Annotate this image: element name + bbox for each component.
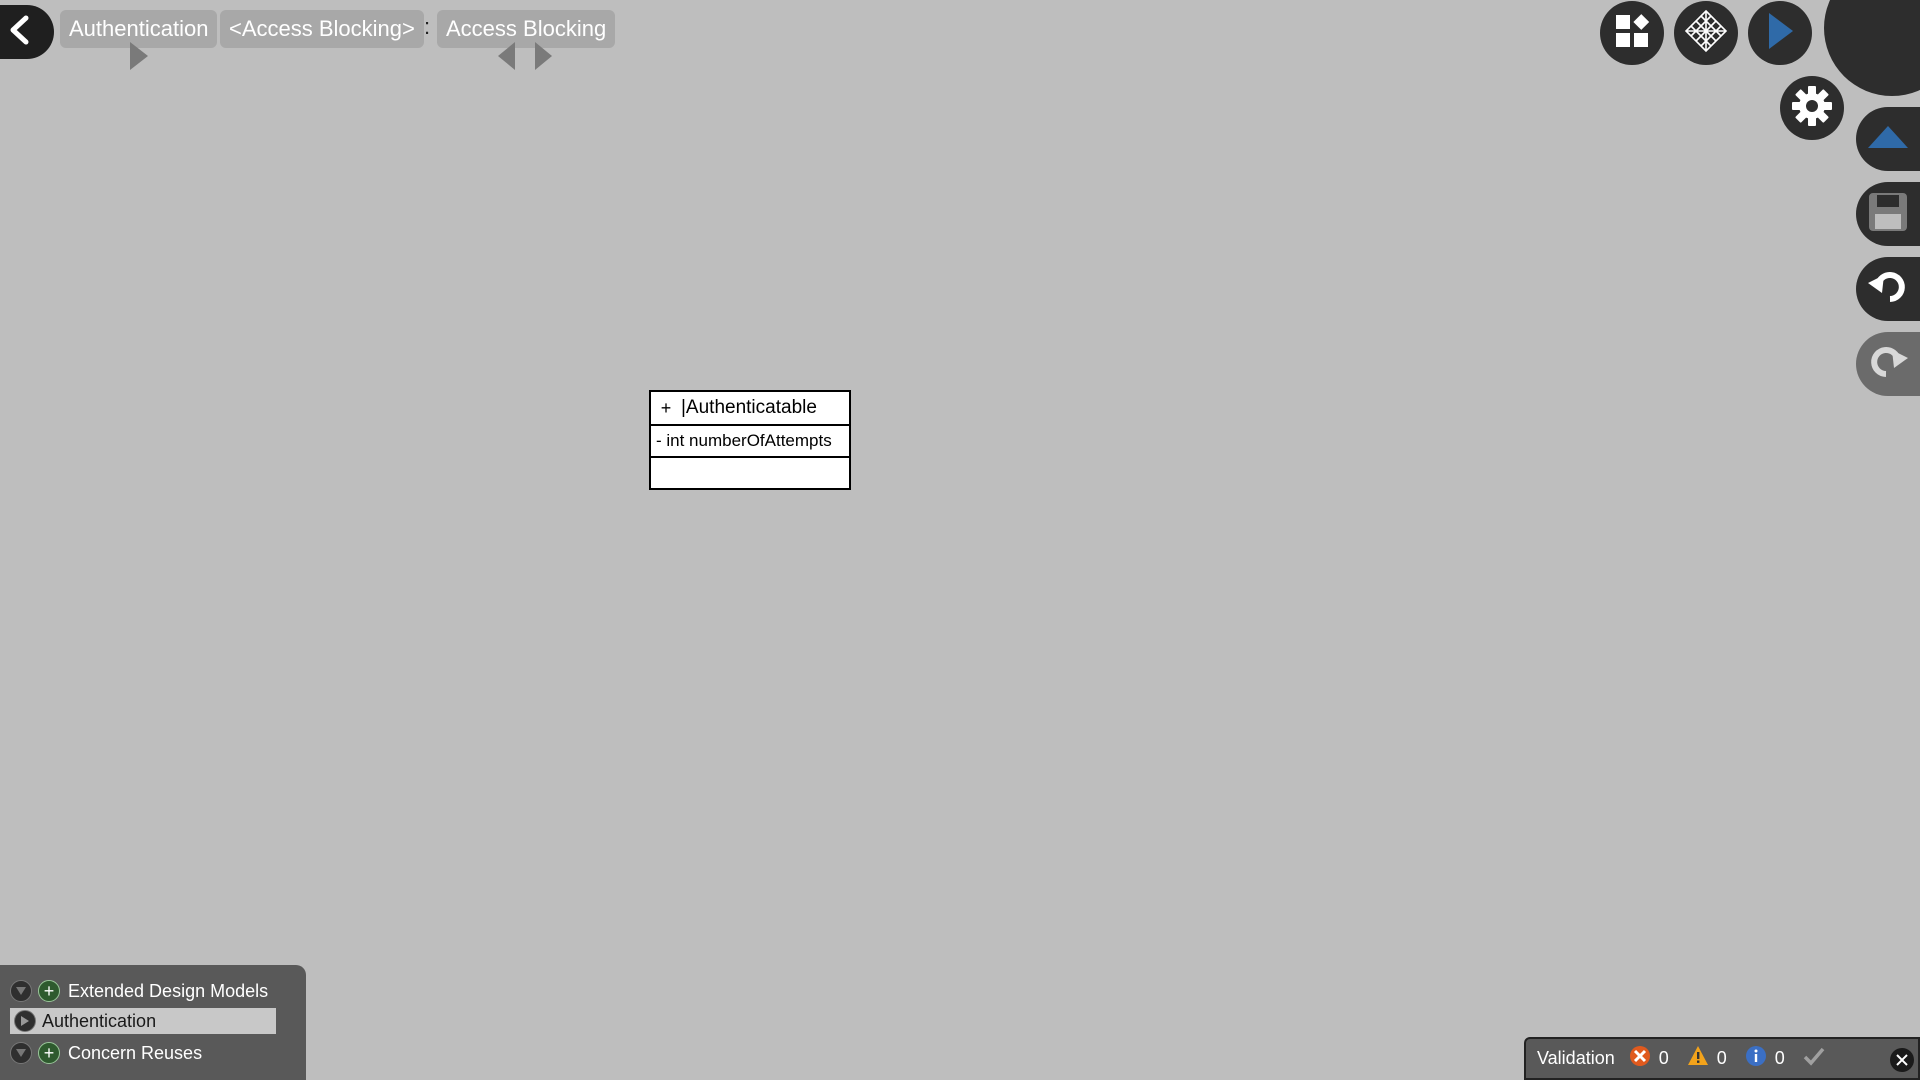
expand-arrow-icon[interactable] — [130, 42, 148, 70]
chevron-left-icon — [6, 14, 34, 51]
play-icon — [1765, 11, 1795, 56]
info-icon — [1745, 1045, 1775, 1072]
tree-item-label: Extended Design Models — [68, 980, 269, 1001]
collapse-toggle-icon[interactable] — [10, 980, 32, 1002]
corner-menu-button[interactable] — [1824, 0, 1920, 96]
validation-label: Validation — [1537, 1048, 1615, 1068]
gear-icon — [1790, 84, 1834, 133]
add-icon[interactable]: + — [38, 1042, 60, 1064]
next-arrow-icon[interactable] — [535, 42, 552, 70]
undo-icon — [1866, 265, 1910, 314]
previous-arrow-icon[interactable] — [498, 42, 515, 70]
class-visibility: + — [660, 397, 672, 418]
validation-bar[interactable]: Validation 0 0 0 — [1524, 1037, 1920, 1080]
error-count: 0 — [1658, 1048, 1669, 1068]
tree-item-authentication[interactable]: Authentication — [10, 1008, 276, 1034]
warning-count: 0 — [1716, 1048, 1727, 1068]
play-button[interactable] — [1748, 1, 1812, 65]
breadcrumb-separator: : — [424, 14, 431, 39]
class-header[interactable]: + |Authenticatable — [651, 392, 849, 426]
save-icon — [1866, 190, 1910, 239]
breadcrumb-item-access-blocking-model[interactable]: <Access Blocking> — [220, 10, 424, 48]
tree-item-extended-design-models[interactable]: + Extended Design Models — [10, 978, 268, 1004]
model-tree-panel: + Extended Design Models Authentication … — [0, 965, 306, 1080]
breadcrumb-item-access-blocking[interactable]: Access Blocking — [437, 10, 616, 48]
close-icon[interactable] — [1890, 1048, 1914, 1072]
tree-item-label: Authentication — [42, 1010, 157, 1031]
tree-item-label: Concern Reuses — [68, 1042, 203, 1063]
info-count: 0 — [1774, 1048, 1785, 1068]
mesh-pattern-icon — [1684, 9, 1728, 58]
redo-button[interactable] — [1856, 332, 1920, 396]
design-canvas[interactable]: Authentication <Access Blocking> : Acces… — [0, 0, 1920, 1080]
grid-layout-icon — [1614, 13, 1650, 54]
back-button[interactable] — [0, 5, 54, 59]
pattern-button[interactable] — [1674, 1, 1738, 65]
class-box-authenticatable[interactable]: + |Authenticatable - int numberOfAttempt… — [649, 390, 851, 490]
class-name[interactable]: |Authenticatable — [681, 397, 817, 419]
checkmark-icon[interactable] — [1803, 1045, 1833, 1072]
class-attribute[interactable]: - int numberOfAttempts — [651, 426, 849, 458]
chevron-up-icon — [1866, 122, 1910, 157]
add-icon[interactable]: + — [38, 980, 60, 1002]
settings-button[interactable] — [1780, 76, 1844, 140]
warning-icon — [1687, 1045, 1717, 1072]
layout-button[interactable] — [1600, 1, 1664, 65]
collapse-button[interactable] — [1856, 107, 1920, 171]
error-icon — [1629, 1045, 1659, 1072]
undo-button[interactable] — [1856, 257, 1920, 321]
expand-toggle-icon[interactable] — [14, 1010, 36, 1032]
class-operations-compartment[interactable] — [651, 458, 849, 488]
redo-icon — [1866, 340, 1910, 389]
collapse-toggle-icon[interactable] — [10, 1042, 32, 1064]
save-button[interactable] — [1856, 182, 1920, 246]
tree-item-concern-reuses[interactable]: + Concern Reuses — [10, 1040, 202, 1066]
